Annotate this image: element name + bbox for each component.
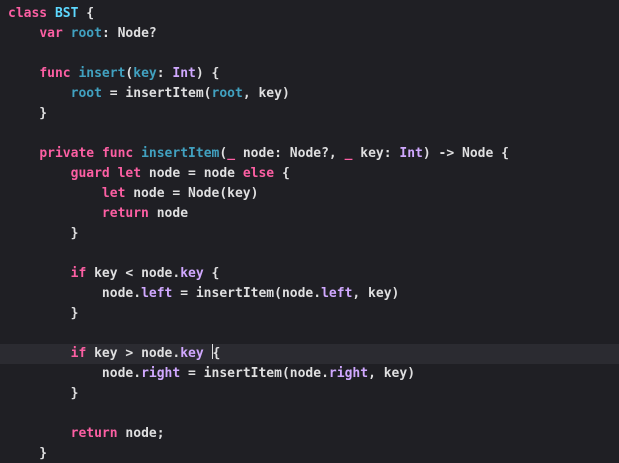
- code-token: right: [141, 366, 181, 381]
- code-token: ) -> Node {: [422, 146, 509, 161]
- code-token: BST: [54, 6, 79, 21]
- code-token: }: [8, 446, 48, 461]
- code-line[interactable]: [0, 124, 619, 144]
- code-token: key:: [352, 146, 400, 161]
- code-token: key: [180, 266, 204, 281]
- code-token: Int: [172, 66, 196, 81]
- code-token: key > node.: [86, 346, 181, 361]
- code-token: {: [274, 166, 290, 181]
- code-token: , key): [352, 286, 400, 301]
- code-line[interactable]: if key < node.key {: [0, 264, 619, 284]
- code-token: node.: [8, 366, 142, 381]
- code-line[interactable]: }: [0, 104, 619, 124]
- code-line[interactable]: root = insertItem(root, key): [0, 84, 619, 104]
- code-line[interactable]: private func insertItem(_ node: Node?, _…: [0, 144, 619, 164]
- code-line[interactable]: node.right = insertItem(node.right, key): [0, 364, 619, 384]
- code-line[interactable]: }: [0, 444, 619, 463]
- code-token: }: [8, 386, 79, 401]
- code-token: func: [39, 66, 71, 81]
- code-token: key < node.: [86, 266, 181, 281]
- code-token: node = node: [141, 166, 243, 181]
- code-line[interactable]: [0, 244, 619, 264]
- code-line[interactable]: node.left = insertItem(node.left, key): [0, 284, 619, 304]
- code-token: guard: [70, 166, 110, 181]
- code-editor[interactable]: class BST { var root: Node? func insert(…: [0, 0, 619, 463]
- code-line[interactable]: [0, 44, 619, 64]
- code-line[interactable]: return node;: [0, 424, 619, 444]
- code-token: return: [101, 206, 149, 221]
- code-token: insertItem: [141, 146, 220, 161]
- code-token: , key): [242, 86, 290, 101]
- code-line[interactable]: [0, 404, 619, 424]
- code-token: root: [70, 86, 102, 101]
- code-token: _: [227, 146, 236, 161]
- code-token: else: [242, 166, 275, 181]
- code-token: = insertItem(node.: [180, 366, 329, 381]
- code-token: var: [39, 26, 63, 41]
- code-token: class: [8, 6, 48, 21]
- code-token: node.: [8, 286, 142, 301]
- code-token: root: [70, 26, 102, 41]
- code-token: key: [133, 66, 157, 81]
- code-token: private: [39, 146, 95, 161]
- code-token: let: [101, 186, 126, 201]
- code-token: }: [8, 306, 79, 321]
- code-token: }: [8, 226, 79, 241]
- code-token: if: [70, 266, 87, 281]
- code-token: return: [70, 426, 118, 441]
- code-token: left: [321, 286, 353, 301]
- code-line-current[interactable]: if key > node.key {: [0, 344, 619, 364]
- code-token: :: [156, 66, 173, 81]
- code-token: {: [78, 6, 95, 21]
- code-token: node: [148, 206, 189, 221]
- code-token: = insertItem(node.: [172, 286, 322, 301]
- code-token: }: [8, 106, 48, 121]
- code-line[interactable]: }: [0, 384, 619, 404]
- code-token: Int: [399, 146, 423, 161]
- code-token: node;: [117, 426, 165, 441]
- code-token: func: [101, 146, 134, 161]
- code-token: : Node?: [101, 26, 157, 41]
- code-line[interactable]: }: [0, 224, 619, 244]
- code-token: key: [180, 346, 204, 361]
- code-line[interactable]: [0, 324, 619, 344]
- code-token: (: [219, 146, 228, 161]
- code-line[interactable]: return node: [0, 204, 619, 224]
- code-token: if: [70, 346, 87, 361]
- code-token: , key): [368, 366, 416, 381]
- code-line[interactable]: var root: Node?: [0, 24, 619, 44]
- code-token: let: [117, 166, 142, 181]
- code-line[interactable]: guard let node = node else {: [0, 164, 619, 184]
- code-token: ) {: [195, 66, 220, 81]
- code-token: node = Node(key): [125, 186, 259, 201]
- code-token: {: [212, 346, 221, 361]
- code-token: = insertItem(: [101, 86, 212, 101]
- code-token: insert: [78, 66, 126, 81]
- code-token: {: [203, 266, 220, 281]
- code-line[interactable]: func insert(key: Int) {: [0, 64, 619, 84]
- code-token: left: [141, 286, 173, 301]
- code-line[interactable]: }: [0, 304, 619, 324]
- code-line[interactable]: let node = Node(key): [0, 184, 619, 204]
- code-token: node: Node?,: [235, 146, 345, 161]
- code-token: root: [211, 86, 243, 101]
- code-token: right: [328, 366, 369, 381]
- code-line[interactable]: class BST {: [0, 4, 619, 24]
